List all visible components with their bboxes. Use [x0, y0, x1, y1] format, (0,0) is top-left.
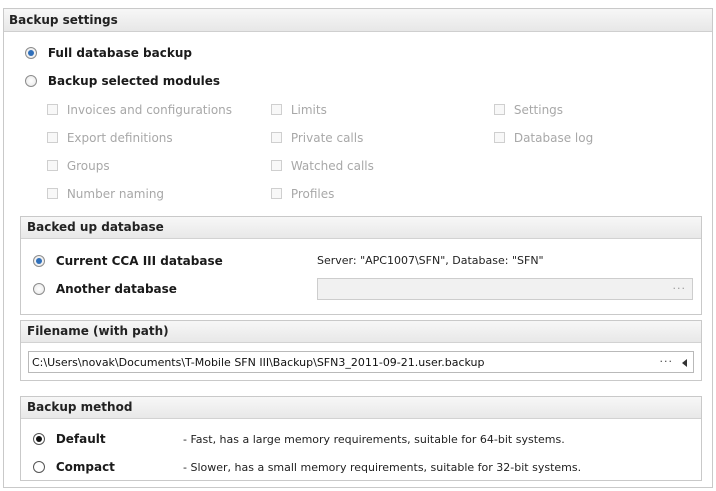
module-checkbox-label: Watched calls: [290, 159, 374, 173]
current-database-option[interactable]: Current CCA III database: [33, 254, 223, 268]
default-method-radio[interactable]: [33, 433, 45, 445]
backup-settings-header: Backup settings: [4, 9, 712, 32]
module-checkbox-label: Export definitions: [66, 131, 173, 145]
another-database-field[interactable]: ···: [317, 278, 693, 300]
selected-modules-radio[interactable]: [25, 75, 37, 87]
module-checkbox[interactable]: Database log: [494, 131, 593, 145]
module-checkbox-box[interactable]: [271, 132, 282, 143]
another-database-label: Another database: [55, 282, 177, 296]
module-checkbox-label: Groups: [66, 159, 110, 173]
compact-method-label: Compact: [55, 460, 115, 474]
ellipsis-icon[interactable]: ···: [660, 352, 674, 372]
module-checkbox-label: Limits: [290, 103, 327, 117]
module-checkbox[interactable]: Invoices and configurations: [47, 103, 232, 117]
filename-header: Filename (with path): [21, 321, 701, 343]
default-method-option[interactable]: Default: [33, 432, 106, 446]
backup-method-header: Backup method: [21, 397, 701, 419]
module-checkbox-box[interactable]: [47, 104, 58, 115]
compact-method-description: - Slower, has a small memory requirement…: [183, 461, 582, 474]
full-backup-option[interactable]: Full database backup: [25, 46, 192, 60]
module-checkbox[interactable]: Private calls: [271, 131, 363, 145]
module-checkbox[interactable]: Export definitions: [47, 131, 173, 145]
current-database-label: Current CCA III database: [55, 254, 223, 268]
selected-modules-option[interactable]: Backup selected modules: [25, 74, 220, 88]
module-checkbox-label: Profiles: [290, 187, 335, 201]
module-checkbox[interactable]: Watched calls: [271, 159, 374, 173]
full-backup-label: Full database backup: [47, 46, 192, 60]
module-checkbox-box[interactable]: [271, 188, 282, 199]
module-checkbox-label: Invoices and configurations: [66, 103, 233, 117]
compact-method-radio[interactable]: [33, 461, 45, 473]
module-checkbox[interactable]: Profiles: [271, 187, 334, 201]
module-checkbox-label: Number naming: [66, 187, 165, 201]
full-backup-radio[interactable]: [25, 47, 37, 59]
default-method-label: Default: [55, 432, 106, 446]
module-checkbox-box[interactable]: [494, 132, 505, 143]
module-checkbox[interactable]: Groups: [47, 159, 110, 173]
another-database-option[interactable]: Another database: [33, 282, 177, 296]
selected-modules-label: Backup selected modules: [47, 74, 221, 88]
module-checkbox[interactable]: Settings: [494, 103, 563, 117]
module-checkbox-box[interactable]: [47, 188, 58, 199]
compact-method-option[interactable]: Compact: [33, 460, 115, 474]
module-checkbox-box[interactable]: [494, 104, 505, 115]
ellipsis-icon[interactable]: ···: [673, 279, 687, 299]
filename-value: C:\Users\novak\Documents\T-Mobile SFN II…: [32, 356, 485, 369]
module-checkbox-box[interactable]: [271, 160, 282, 171]
module-checkbox[interactable]: Limits: [271, 103, 327, 117]
module-checkbox-box[interactable]: [47, 160, 58, 171]
another-database-radio[interactable]: [33, 283, 45, 295]
backup-settings-panel: Backup settings Full database backup Bac…: [3, 8, 713, 488]
module-checkbox-label: Database log: [513, 131, 594, 145]
current-database-radio[interactable]: [33, 255, 45, 267]
server-info: Server: "APC1007\SFN", Database: "SFN": [317, 254, 544, 267]
another-database-value: [318, 282, 322, 296]
module-checkbox-box[interactable]: [271, 104, 282, 115]
module-checkbox-label: Private calls: [290, 131, 364, 145]
filename-group: Filename (with path) C:\Users\novak\Docu…: [20, 320, 702, 381]
arrow-left-icon[interactable]: [682, 359, 687, 367]
default-method-description: - Fast, has a large memory requirements,…: [183, 433, 565, 446]
backed-up-database-header: Backed up database: [21, 217, 701, 239]
filename-input[interactable]: C:\Users\novak\Documents\T-Mobile SFN II…: [28, 351, 694, 373]
module-checkbox-box[interactable]: [47, 132, 58, 143]
module-checkbox[interactable]: Number naming: [47, 187, 164, 201]
backed-up-database-group: Backed up database Current CCA III datab…: [20, 216, 702, 315]
module-checkbox-label: Settings: [513, 103, 564, 117]
backup-method-group: Backup method Default - Fast, has a larg…: [20, 396, 702, 481]
